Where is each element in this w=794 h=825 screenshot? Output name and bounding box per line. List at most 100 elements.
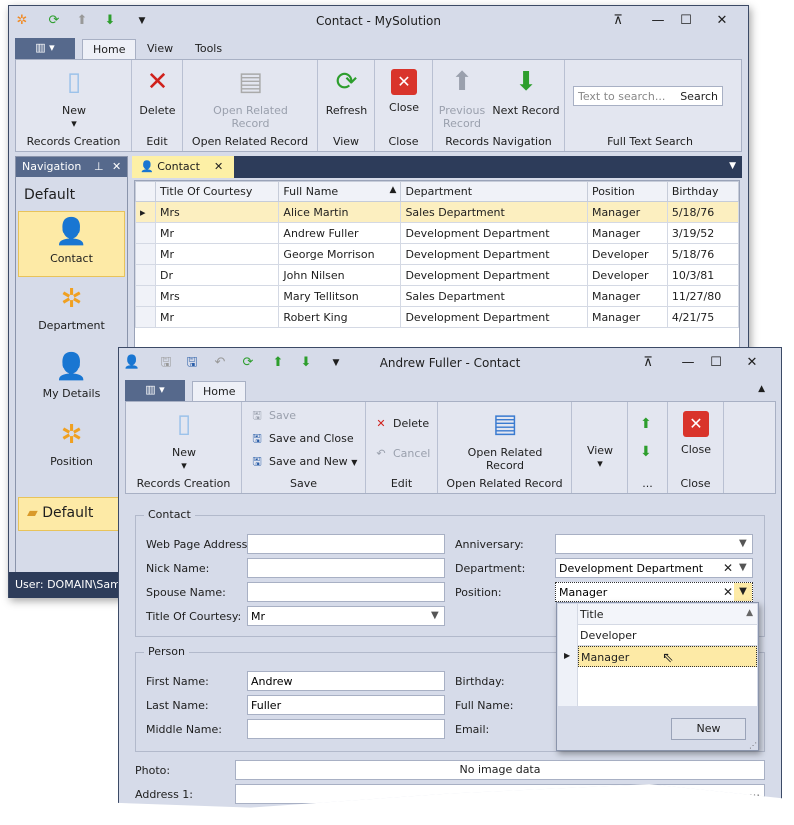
pin-icon[interactable]: ⊼ xyxy=(607,12,629,30)
col-position[interactable]: Position xyxy=(586,181,668,202)
table-cell[interactable]: 5/18/76 xyxy=(666,201,740,223)
clear-icon[interactable]: ✕ xyxy=(723,561,733,575)
table-cell[interactable]: George Morrison xyxy=(278,243,402,265)
maximize-button[interactable]: ☐ xyxy=(705,354,727,372)
search-button[interactable]: Search xyxy=(680,90,718,103)
anniversary-input[interactable] xyxy=(555,534,753,554)
spouse-name-input[interactable] xyxy=(247,582,445,602)
table-cell[interactable]: 5/18/76 xyxy=(666,243,740,265)
app-menu-button[interactable]: ▥ ▾ xyxy=(15,38,75,59)
middle-name-input[interactable] xyxy=(247,719,445,739)
new-button[interactable]: New xyxy=(671,718,746,740)
col-full-name[interactable]: Full Name ▲ xyxy=(278,181,402,202)
previous-record-button[interactable]: ⬆ Previous Record xyxy=(437,66,487,130)
app-menu-button[interactable]: ▥ ▾ xyxy=(125,380,185,401)
address-field[interactable]: … xyxy=(235,784,765,804)
close-button[interactable]: ✕ xyxy=(711,12,733,30)
new-button[interactable]: ▯ New ▾ xyxy=(154,408,214,472)
next-record-icon[interactable]: ⬇ xyxy=(640,444,652,460)
nav-item-my-details[interactable]: 👤 My Details xyxy=(18,347,125,413)
table-cell[interactable]: Mrs xyxy=(154,285,280,307)
table-cell[interactable]: Development Department xyxy=(400,243,588,265)
col-department[interactable]: Department xyxy=(400,181,588,202)
collapse-ribbon-icon[interactable]: ▲ xyxy=(758,384,765,394)
minimize-button[interactable]: — xyxy=(647,12,669,30)
open-related-button[interactable]: ▤ Open Related Record xyxy=(458,408,552,472)
table-row[interactable]: Mr Andrew Fuller Development Department Man… xyxy=(135,222,740,244)
table-cell[interactable]: Dr xyxy=(154,264,280,286)
pin-icon[interactable]: ⊥ xyxy=(94,160,104,173)
table-cell[interactable]: Manager xyxy=(586,306,668,328)
previous-record-icon[interactable]: ⬆ xyxy=(640,416,652,432)
last-name-input[interactable] xyxy=(247,695,445,715)
table-cell[interactable]: Manager xyxy=(586,222,668,244)
cancel-button[interactable]: ↶ Cancel xyxy=(372,444,430,464)
table-cell[interactable]: Mrs xyxy=(154,201,280,223)
col-title[interactable]: Title Of Courtesy xyxy=(154,181,280,202)
tab-list-icon[interactable]: ▼ xyxy=(729,161,736,171)
tab-view[interactable]: View xyxy=(137,39,183,59)
table-cell[interactable]: Robert King xyxy=(278,306,402,328)
web-page-address-input[interactable] xyxy=(247,534,445,554)
table-row[interactable]: ▸ Mrs Alice Martin Sales Department Manager 5… xyxy=(135,201,740,223)
pin-icon[interactable]: ⊼ xyxy=(637,354,659,372)
close-record-button[interactable]: ✕ Close xyxy=(668,408,724,456)
first-name-input[interactable] xyxy=(247,671,445,691)
open-related-button[interactable]: ▤ Open Related Record xyxy=(208,66,293,130)
table-cell[interactable]: Mr xyxy=(154,243,280,265)
col-title[interactable]: Title ▲ xyxy=(578,604,757,625)
save-and-new-button[interactable]: 🖫 Save and New ▼ xyxy=(248,452,357,472)
nav-group-header[interactable]: Default xyxy=(24,187,75,203)
chevron-down-icon[interactable]: ▼ xyxy=(739,562,747,573)
view-button[interactable]: View ▾ xyxy=(572,444,628,470)
chevron-down-icon[interactable]: ▼ xyxy=(734,583,752,601)
table-cell[interactable]: Development Department xyxy=(400,306,588,328)
table-cell[interactable]: Andrew Fuller xyxy=(278,222,402,244)
chevron-down-icon[interactable]: ▼ xyxy=(431,610,439,621)
resize-grip-icon[interactable]: ⋰ xyxy=(749,741,757,750)
table-cell[interactable]: Alice Martin xyxy=(278,201,402,223)
table-row[interactable]: Mr Robert King Development Department Manag… xyxy=(135,306,740,328)
delete-button[interactable]: ✕ Delete xyxy=(132,66,183,117)
table-cell[interactable]: 4/21/75 xyxy=(666,306,740,328)
table-cell[interactable]: Developer xyxy=(586,243,668,265)
table-cell[interactable]: Sales Department xyxy=(400,285,588,307)
tab-contact[interactable]: 👤 Contact ✕ xyxy=(132,156,234,178)
table-cell[interactable]: Mr xyxy=(154,222,280,244)
col-birthday[interactable]: Birthday xyxy=(666,181,740,202)
nav-item-department[interactable]: ✲ Department xyxy=(18,279,125,345)
nick-name-input[interactable] xyxy=(247,558,445,578)
nav-item-position[interactable]: ✲ Position xyxy=(18,415,125,481)
search-box[interactable]: Text to search... Search xyxy=(573,86,723,106)
table-cell[interactable]: Manager xyxy=(586,285,668,307)
title-of-courtesy-select[interactable] xyxy=(247,606,445,626)
table-cell[interactable]: 3/19/52 xyxy=(666,222,740,244)
table-row[interactable]: Dr John Nilsen Development Department Devel… xyxy=(135,264,740,286)
table-cell[interactable]: John Nilsen xyxy=(278,264,402,286)
minimize-button[interactable]: — xyxy=(677,354,699,372)
close-icon[interactable]: ✕ xyxy=(112,160,121,173)
ellipsis-button[interactable]: … xyxy=(749,786,760,799)
delete-button[interactable]: ✕ Delete xyxy=(372,414,429,434)
nav-group-default[interactable]: ▰ Default xyxy=(18,497,125,531)
close-record-button[interactable]: ✕ Close xyxy=(375,66,433,114)
table-row[interactable]: Mrs Mary Tellitson Sales Department Manager… xyxy=(135,285,740,307)
list-item[interactable]: Developer xyxy=(578,625,757,646)
tab-home[interactable]: Home xyxy=(82,39,137,59)
close-tab-icon[interactable]: ✕ xyxy=(214,160,223,173)
table-cell[interactable]: Mary Tellitson xyxy=(278,285,402,307)
table-cell[interactable]: Sales Department xyxy=(400,201,588,223)
table-cell[interactable]: Development Department xyxy=(400,264,588,286)
close-button[interactable]: ✕ xyxy=(741,354,763,372)
save-button[interactable]: 🖫 Save xyxy=(248,406,296,426)
table-cell[interactable]: Developer xyxy=(586,264,668,286)
table-cell[interactable]: 10/3/81 xyxy=(666,264,740,286)
photo-field[interactable]: No image data xyxy=(235,760,765,780)
tab-tools[interactable]: Tools xyxy=(185,39,232,59)
clear-icon[interactable]: ✕ xyxy=(723,585,733,599)
chevron-down-icon[interactable]: ▼ xyxy=(739,538,747,549)
table-cell[interactable]: Development Department xyxy=(400,222,588,244)
table-row[interactable]: Mr George Morrison Development Department D… xyxy=(135,243,740,265)
new-button[interactable]: ▯ New ▾ xyxy=(44,66,104,130)
table-cell[interactable]: Manager xyxy=(586,201,668,223)
